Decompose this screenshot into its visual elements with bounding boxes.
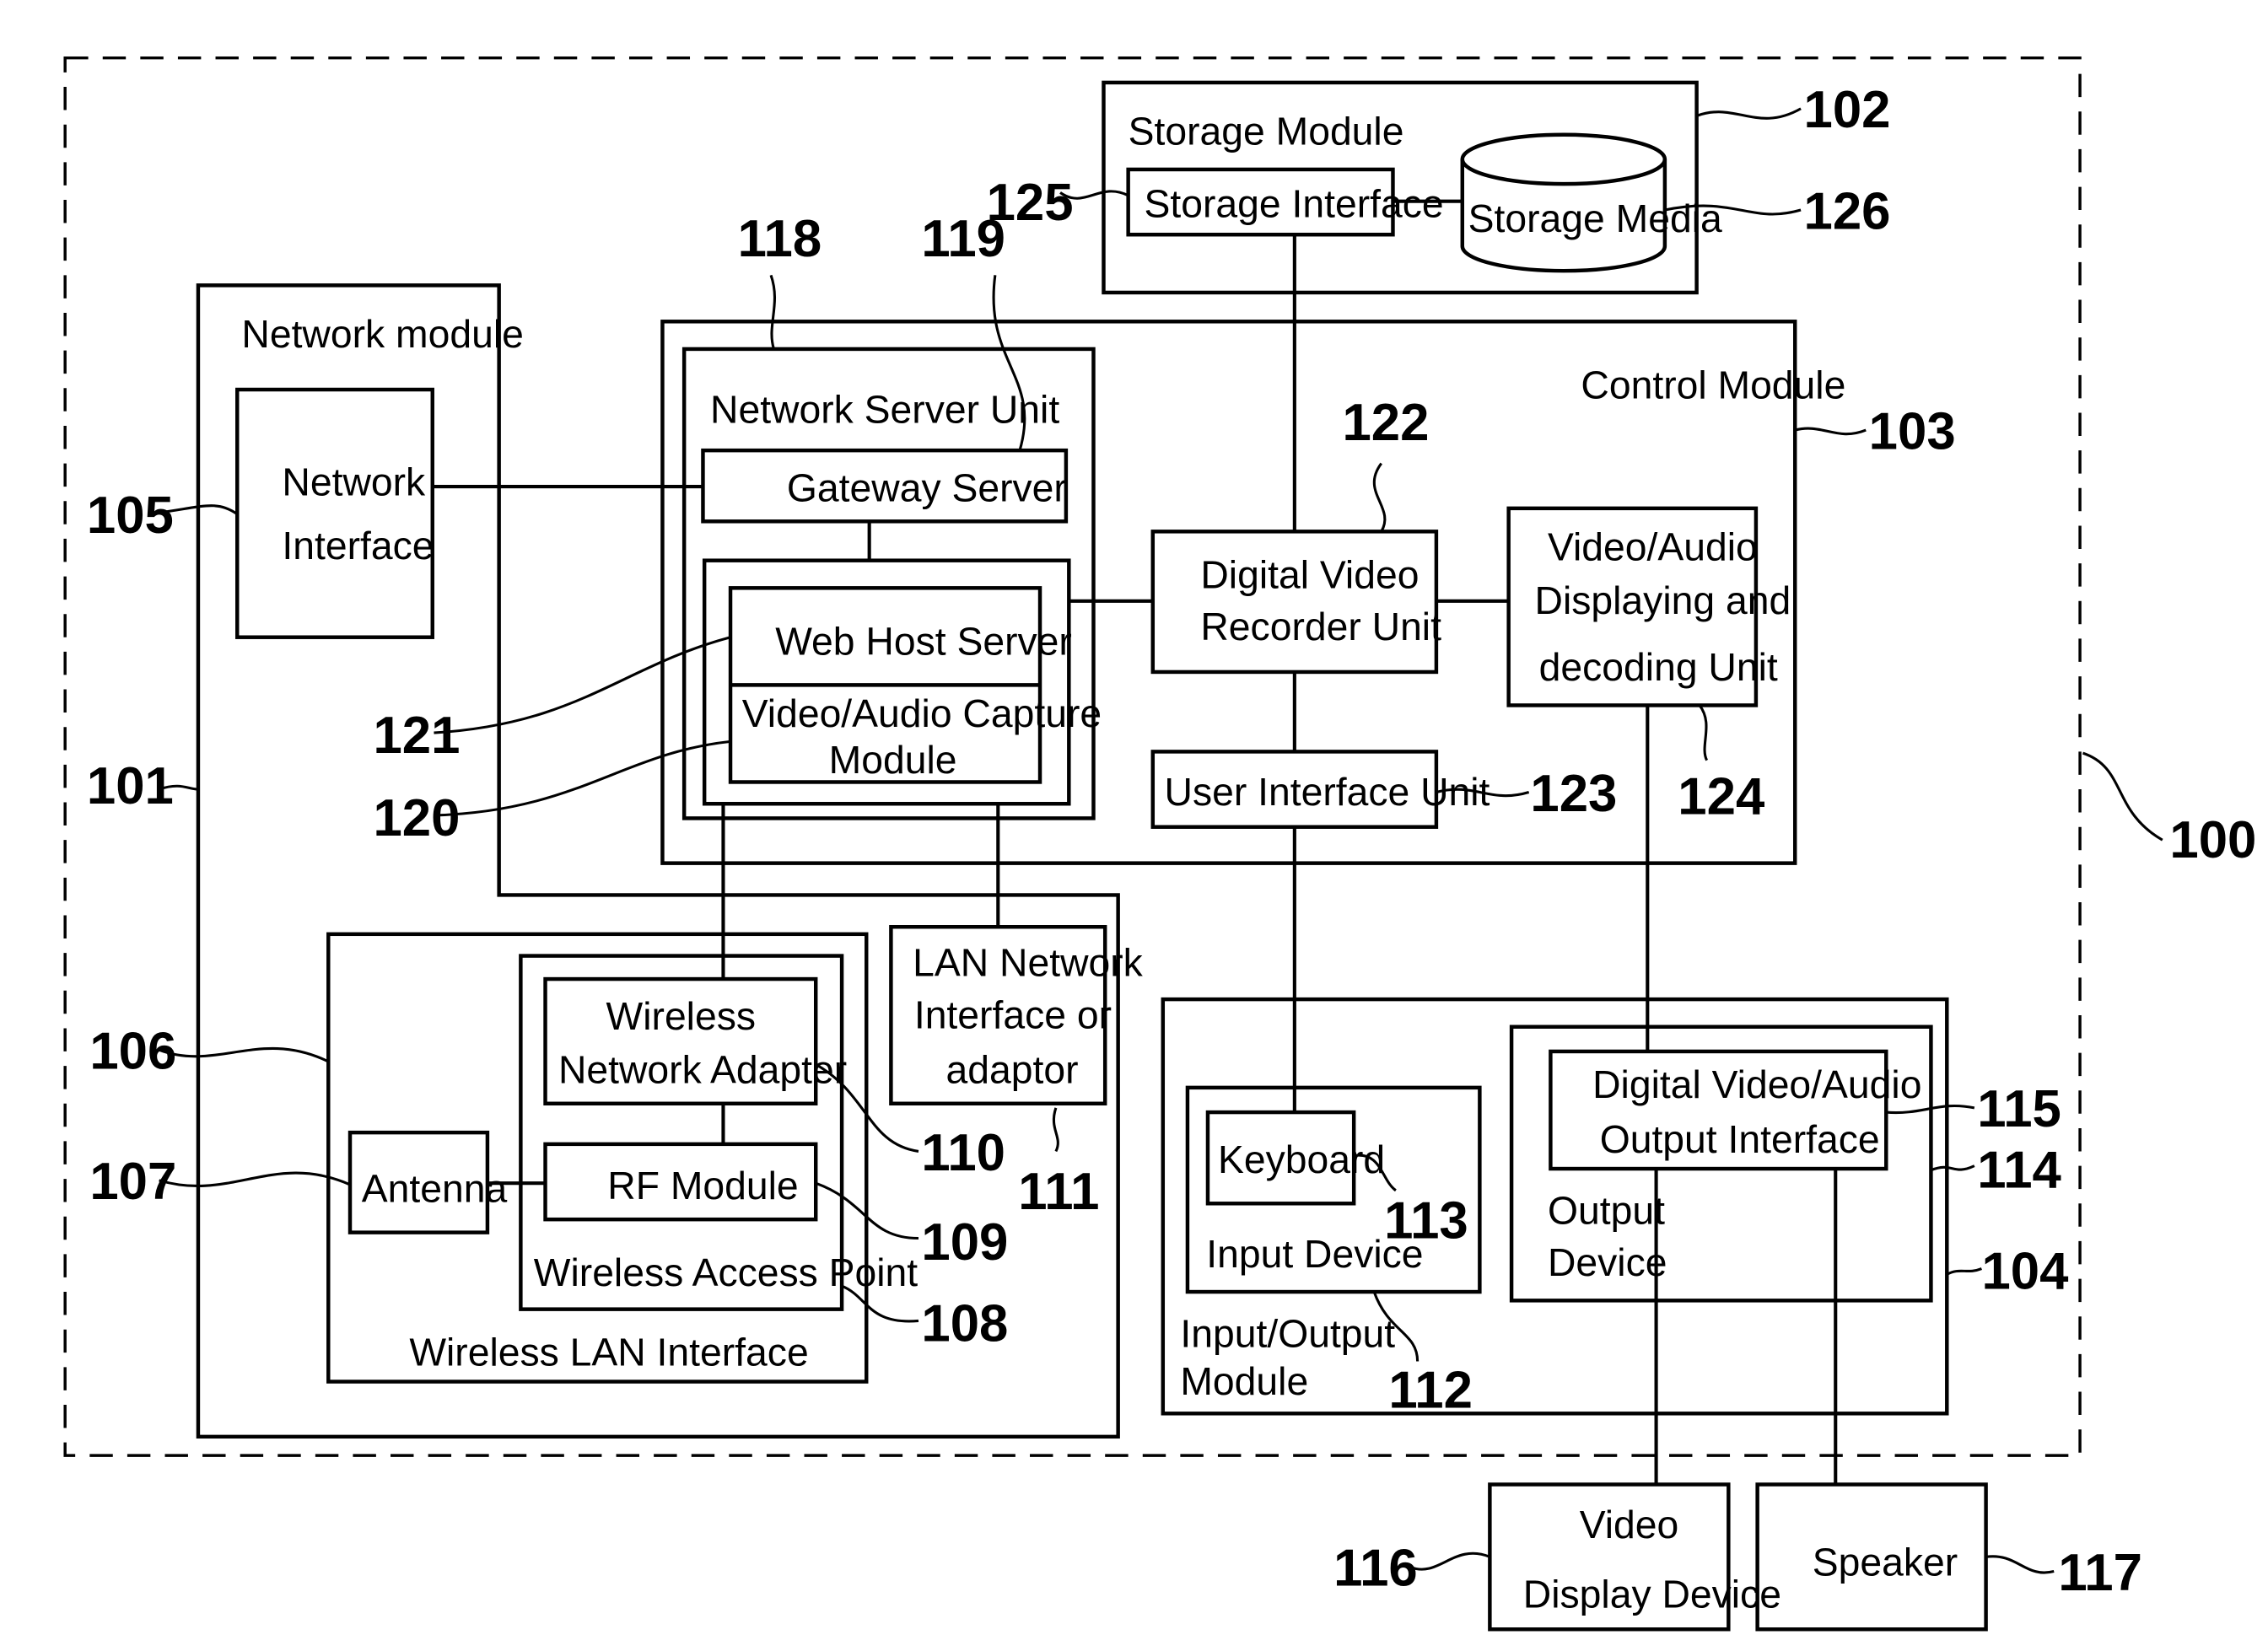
- video-display-line1: Video: [1580, 1503, 1679, 1546]
- ref-110: 110: [921, 1124, 1005, 1182]
- ref-107: 107: [89, 1153, 176, 1211]
- rf-module-label: RF Module: [607, 1164, 798, 1207]
- ref-103: 103: [1869, 402, 1956, 460]
- network-interface-box: [235, 387, 434, 639]
- ref-118: 118: [738, 210, 822, 268]
- ref-109: 109: [921, 1213, 1008, 1272]
- ref-126: 126: [1804, 182, 1891, 240]
- connection-wires: [432, 234, 1838, 1485]
- wna-line1: Wireless: [606, 994, 756, 1038]
- keyboard-label: Keyboard: [1218, 1137, 1385, 1181]
- ref-122: 122: [1342, 394, 1429, 452]
- ref-112: 112: [1388, 1361, 1473, 1419]
- network-interface-line1: Network: [282, 460, 426, 503]
- ref-123: 123: [1530, 765, 1617, 823]
- ref-125: 125: [987, 174, 1074, 232]
- ref-111: 111: [1018, 1163, 1099, 1221]
- web-host-server-label: Web Host Server: [775, 619, 1072, 663]
- video-display-line2: Display Device: [1523, 1572, 1781, 1616]
- control-module-label: Control Module: [1581, 363, 1845, 406]
- system-boundary: [63, 56, 2082, 1457]
- network-interface-line2: Interface: [282, 524, 434, 567]
- ref-100: 100: [2169, 811, 2256, 869]
- va-decoding-line2: Displaying and: [1535, 578, 1791, 622]
- dvr-line2: Recorder Unit: [1200, 605, 1441, 648]
- network-module-label: Network module: [241, 312, 523, 356]
- ref-104: 104: [1981, 1243, 2069, 1301]
- lan-line1: LAN Network: [913, 941, 1144, 985]
- output-device-line1: Output: [1548, 1188, 1665, 1232]
- ref-114: 114: [1977, 1141, 2061, 1199]
- va-decoding-line1: Video/Audio: [1548, 525, 1758, 569]
- ref-102: 102: [1804, 81, 1891, 139]
- va-capture-line2: Module: [829, 738, 957, 782]
- ref-101: 101: [87, 757, 174, 815]
- ref-121: 121: [373, 707, 460, 765]
- network-server-unit-label: Network Server Unit: [710, 387, 1059, 431]
- io-module-line1: Input/Output: [1180, 1311, 1395, 1355]
- gateway-server-label: Gateway Server: [787, 465, 1067, 509]
- ref-116: 116: [1333, 1540, 1418, 1598]
- va-decoding-line3: decoding Unit: [1539, 645, 1778, 689]
- dva-output-line2: Output Interface: [1600, 1117, 1880, 1161]
- dva-output-line1: Digital Video/Audio: [1592, 1062, 1921, 1106]
- storage-media-label: Storage Media: [1468, 196, 1722, 240]
- ref-106: 106: [89, 1023, 176, 1081]
- ref-124: 124: [1678, 767, 1765, 826]
- ref-105: 105: [87, 487, 174, 545]
- dvr-line1: Digital Video: [1200, 552, 1419, 596]
- io-module-line2: Module: [1180, 1359, 1308, 1403]
- ref-113: 113: [1384, 1191, 1468, 1250]
- va-capture-line1: Video/Audio Capture: [742, 691, 1102, 735]
- output-device-line2: Device: [1548, 1240, 1667, 1284]
- speaker-label: Speaker: [1813, 1541, 1958, 1584]
- lan-line3: adaptor: [946, 1048, 1079, 1092]
- antenna-label: Antenna: [362, 1167, 508, 1211]
- storage-module-label: Storage Module: [1129, 110, 1404, 153]
- block-diagram: Storage Module Storage Interface Storage…: [63, 56, 2256, 1632]
- wireless-lan-interface-box: [326, 932, 869, 1384]
- wireless-access-point-label: Wireless Access Point: [534, 1250, 918, 1294]
- lan-line2: Interface or: [914, 992, 1112, 1036]
- wna-line2: Network Adapter: [558, 1048, 847, 1092]
- ref-120: 120: [373, 789, 460, 847]
- wireless-lan-interface-label: Wireless LAN Interface: [409, 1331, 808, 1374]
- ref-108: 108: [921, 1294, 1008, 1353]
- ref-115: 115: [1977, 1080, 2061, 1138]
- ref-117: 117: [2058, 1544, 2142, 1602]
- storage-interface-label: Storage Interface: [1145, 182, 1444, 226]
